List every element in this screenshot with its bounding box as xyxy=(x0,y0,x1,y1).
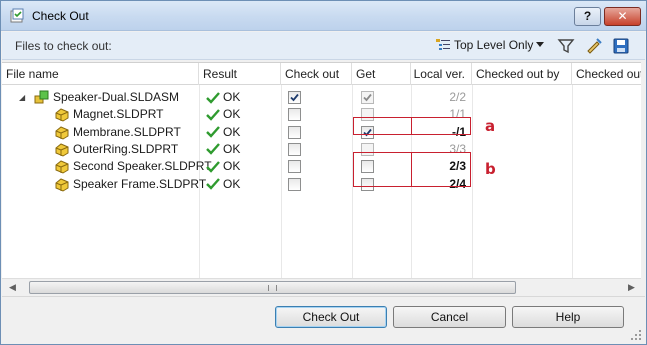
file-name-cell: Magnet.SLDPRT xyxy=(54,106,164,123)
ok-check-icon xyxy=(206,91,220,104)
check-out-checkbox[interactable] xyxy=(288,108,301,122)
local-version: 2/2 xyxy=(449,90,466,104)
help-button[interactable]: Help xyxy=(512,306,624,328)
get-highlight-b xyxy=(353,152,412,187)
check-out-checkbox[interactable] xyxy=(288,125,301,139)
grip-icon xyxy=(268,285,277,291)
file-name-cell: Membrane.SLDPRT xyxy=(54,124,181,141)
close-button[interactable]: ✕ xyxy=(604,7,641,26)
result-cell: OK xyxy=(205,106,240,123)
help-title-button[interactable]: ? xyxy=(574,7,601,26)
part-icon xyxy=(55,126,69,140)
horizontal-scrollbar[interactable]: ◀ ▶ xyxy=(2,278,641,295)
expand-toggle-icon[interactable]: ◢ xyxy=(19,89,25,106)
ok-check-icon xyxy=(206,178,220,190)
table-row[interactable]: Membrane.SLDPRT OK -/1 xyxy=(2,124,641,141)
scroll-left-icon[interactable]: ◀ xyxy=(9,282,16,293)
file-name-cell: Second Speaker.SLDPRT xyxy=(54,158,212,175)
part-icon xyxy=(55,177,69,192)
part-icon xyxy=(55,108,69,122)
file-name-cell: OuterRing.SLDPRT xyxy=(54,141,178,158)
assembly-icon xyxy=(34,90,49,104)
edit-pin-icon[interactable] xyxy=(585,37,603,55)
check-out-checkbox[interactable] xyxy=(288,142,301,156)
files-to-check-out-label: Files to check out: xyxy=(15,39,112,53)
file-name: Speaker Frame.SLDPRT xyxy=(73,176,207,191)
result-text: OK xyxy=(223,124,241,139)
check-out-button[interactable]: Check Out xyxy=(275,306,387,328)
get-highlight-a xyxy=(353,117,412,135)
file-name: Membrane.SLDPRT xyxy=(73,124,181,139)
save-icon[interactable] xyxy=(612,37,630,55)
table-row[interactable]: Speaker Frame.SLDPRT OK 2/4 xyxy=(2,176,641,193)
result-cell: OK xyxy=(205,89,240,106)
file-name-cell: Speaker Frame.SLDPRT xyxy=(54,176,206,193)
file-name: Magnet.SLDPRT xyxy=(73,107,164,122)
scroll-right-icon[interactable]: ▶ xyxy=(628,282,635,293)
version-highlight-a xyxy=(411,117,471,135)
table-row[interactable]: Second Speaker.SLDPRT OK 2/3 xyxy=(2,158,641,175)
checkmark-icon xyxy=(290,93,299,102)
ok-check-icon xyxy=(206,126,220,138)
resize-grip-icon[interactable] xyxy=(631,330,641,340)
column-local-ver[interactable]: Local ver. xyxy=(411,63,472,85)
result-cell: OK xyxy=(205,158,240,175)
ok-check-icon xyxy=(206,143,220,156)
file-grid: File name Result Check out Get Local ver… xyxy=(2,62,641,279)
result-cell: OK xyxy=(205,176,240,193)
column-result[interactable]: Result xyxy=(199,63,281,85)
column-header-row: File name Result Check out Get Local ver… xyxy=(2,63,641,85)
table-row[interactable]: ◢ Speaker-Dual.SLDASM OK 2/2 xyxy=(2,89,641,106)
result-text: OK xyxy=(223,90,241,104)
get-checkbox[interactable] xyxy=(361,91,374,104)
column-check-out[interactable]: Check out xyxy=(281,63,352,85)
annotation-a: a xyxy=(485,117,496,135)
result-cell: OK xyxy=(205,124,240,141)
column-get[interactable]: Get xyxy=(352,63,411,85)
window-title: Check Out xyxy=(32,9,89,23)
ok-check-icon xyxy=(206,160,220,173)
check-out-checkbox[interactable] xyxy=(288,177,301,191)
scroll-thumb[interactable] xyxy=(29,281,516,294)
annotation-b: b xyxy=(485,160,496,178)
table-row[interactable]: OuterRing.SLDPRT OK 3/3 xyxy=(2,141,641,158)
part-icon xyxy=(55,160,69,174)
ok-check-icon xyxy=(206,108,220,121)
check-out-checkbox[interactable] xyxy=(288,91,301,104)
file-name: Speaker-Dual.SLDASM xyxy=(53,90,180,104)
filter-label: Top Level Only xyxy=(454,38,534,52)
result-text: OK xyxy=(223,141,241,156)
dialog-footer: Check Out Cancel Help xyxy=(2,296,645,344)
title-bar[interactable]: Check Out ? ✕ xyxy=(1,1,646,31)
file-name-cell: Speaker-Dual.SLDASM xyxy=(34,89,179,106)
checkmark-icon xyxy=(363,93,372,102)
check-out-dialog: Check Out ? ✕ Files to check out: Top Le… xyxy=(0,0,647,345)
column-checked-out-by[interactable]: Checked out by xyxy=(472,63,572,85)
cancel-button[interactable]: Cancel xyxy=(393,306,506,328)
funnel-icon[interactable] xyxy=(557,37,575,55)
result-text: OK xyxy=(223,176,241,191)
table-row[interactable]: Magnet.SLDPRT OK 1/1 xyxy=(2,106,641,123)
check-out-app-icon xyxy=(10,8,24,23)
list-filter-icon xyxy=(436,39,450,50)
toolbar: Files to check out: Top Level Only xyxy=(2,32,645,60)
column-checked-out[interactable]: Checked out xyxy=(572,63,641,85)
result-cell: OK xyxy=(205,141,240,158)
top-level-only-dropdown[interactable]: Top Level Only xyxy=(435,38,545,52)
check-out-checkbox[interactable] xyxy=(288,160,301,174)
part-icon xyxy=(55,143,69,157)
chevron-down-icon xyxy=(536,42,545,47)
version-highlight-b xyxy=(411,152,471,187)
column-file-name[interactable]: File name xyxy=(2,63,199,85)
result-text: OK xyxy=(223,159,241,174)
file-name: OuterRing.SLDPRT xyxy=(73,141,179,156)
file-name: Second Speaker.SLDPRT xyxy=(73,159,212,174)
result-text: OK xyxy=(223,107,241,122)
